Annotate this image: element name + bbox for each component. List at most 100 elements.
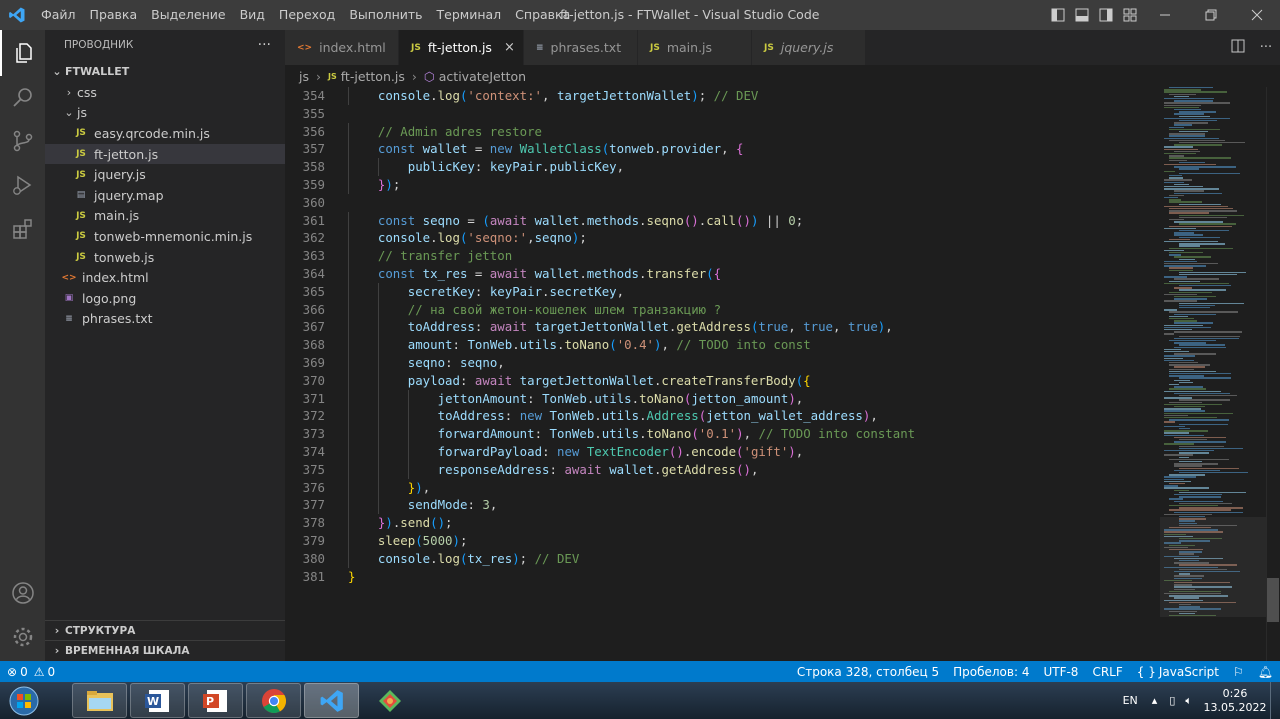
file-tree-item[interactable]: ≡ phrases.txt: [45, 309, 285, 330]
settings-gear-icon[interactable]: [0, 614, 45, 660]
code-token: transfer: [646, 266, 707, 281]
toggle-panel-icon[interactable]: [1070, 0, 1094, 30]
breadcrumb: js › JS ft-jetton.js › ⬡ activateJetton: [285, 65, 1280, 87]
explorer-title: ПРОВОДНИК: [64, 39, 134, 51]
code-token: jetton_amount: [691, 390, 789, 406]
account-icon[interactable]: [0, 570, 45, 616]
file-tree-item[interactable]: ▣ logo.png: [45, 288, 285, 309]
file-tree-item[interactable]: › css: [45, 82, 285, 103]
input-language[interactable]: EN: [1123, 694, 1138, 707]
menu-terminal[interactable]: Терминал: [430, 0, 509, 30]
file-tree-label: main.js: [94, 208, 140, 224]
file-tree-item[interactable]: JS tonweb-mnemonic.min.js: [45, 226, 285, 247]
code-token: // TODO into const: [676, 337, 811, 353]
file-tree-item[interactable]: <> index.html: [45, 267, 285, 288]
problems-indicator[interactable]: ⊗ 0 ⚠ 0: [0, 665, 62, 679]
language-mode[interactable]: { } JavaScript: [1130, 665, 1226, 679]
minimize-button[interactable]: [1142, 0, 1188, 30]
editor-scrollbar[interactable]: [1266, 87, 1280, 661]
file-tree-item[interactable]: ⌄ js: [45, 103, 285, 124]
code-line: 365 secretKey: keyPair.secretKey,: [285, 282, 1160, 301]
editor-tab[interactable]: JS main.js: [638, 30, 752, 65]
workspace-folder-label: FTWALLET: [65, 64, 130, 78]
indent-guide: [348, 122, 349, 141]
file-explorer-taskbar-icon[interactable]: [72, 683, 127, 718]
powerpoint-taskbar-icon[interactable]: P: [188, 683, 243, 718]
menu-selection[interactable]: Выделение: [144, 0, 232, 30]
start-button-icon[interactable]: [2, 683, 46, 718]
code-token: ): [736, 426, 744, 442]
toggle-sidebar-icon[interactable]: [1046, 0, 1070, 30]
breadcrumb-file[interactable]: ft-jetton.js: [341, 69, 405, 84]
file-tree-item[interactable]: JS jquery.js: [45, 164, 285, 185]
minimap[interactable]: [1160, 87, 1268, 661]
workspace-folder[interactable]: ⌄ FTWALLET: [45, 60, 285, 82]
code-line: 373 forwardAmount: TonWeb.utils.toNano('0…: [285, 425, 1160, 443]
outline-section[interactable]: › СТРУКТУРА: [45, 620, 285, 640]
minimap-line: [1174, 256, 1212, 258]
minimap-line: [1179, 243, 1225, 245]
menu-file[interactable]: Файл: [34, 0, 83, 30]
timeline-section[interactable]: › ВРЕМЕННАЯ ШКАЛА: [45, 640, 285, 660]
minimap-line: [1179, 214, 1244, 216]
breadcrumb-folder[interactable]: js: [299, 69, 309, 84]
extensions-icon[interactable]: [0, 206, 45, 252]
vscode-taskbar-icon[interactable]: [304, 683, 359, 718]
map-file-icon: ▤: [76, 190, 86, 201]
split-editor-icon[interactable]: [1224, 39, 1252, 57]
clock[interactable]: 0:26 13.05.2022: [1200, 687, 1270, 715]
chrome-taskbar-icon[interactable]: [246, 683, 301, 718]
cursor-position[interactable]: Строка 328, столбец 5: [790, 665, 946, 679]
code-line: 377 sendMode: 3,: [285, 496, 1160, 515]
end-of-line[interactable]: CRLF: [1085, 665, 1129, 679]
menu-edit[interactable]: Правка: [83, 0, 145, 30]
editor-tab[interactable]: JS ft-jetton.js ×: [399, 30, 524, 65]
minimap-line: [1179, 335, 1240, 337]
encoding[interactable]: UTF-8: [1036, 665, 1085, 679]
minimap-viewport[interactable]: [1160, 517, 1268, 617]
feedback-icon[interactable]: ⚐: [1226, 665, 1251, 679]
code-editor[interactable]: 354 console.log('context:', targetJettonW…: [285, 87, 1160, 661]
customize-layout-icon[interactable]: [1118, 0, 1142, 30]
explorer-more-icon[interactable]: ···: [258, 37, 271, 53]
file-tree-item[interactable]: JS tonweb.js: [45, 247, 285, 268]
menu-go[interactable]: Переход: [272, 0, 342, 30]
restore-button[interactable]: [1188, 0, 1234, 30]
menu-view[interactable]: Вид: [233, 0, 272, 30]
minimap-line: [1174, 489, 1189, 491]
file-tree-item[interactable]: JS ft-jetton.js: [45, 143, 285, 165]
code-token: Address: [646, 408, 699, 424]
close-tab-icon[interactable]: ×: [504, 40, 515, 55]
indentation[interactable]: Пробелов: 4: [946, 665, 1036, 679]
file-tree-item[interactable]: JS easy.qrcode.min.js: [45, 123, 285, 144]
scrollbar-thumb[interactable]: [1267, 578, 1279, 622]
editor-tab[interactable]: JS jquery.js: [752, 30, 866, 65]
device-icon[interactable]: ▯: [1169, 694, 1175, 707]
search-icon[interactable]: [0, 74, 45, 120]
close-window-button[interactable]: [1234, 0, 1280, 30]
run-debug-icon[interactable]: [0, 162, 45, 208]
code-token: ,: [422, 479, 431, 495]
more-actions-icon[interactable]: ···: [1252, 40, 1280, 55]
toggle-secondary-sidebar-icon[interactable]: [1094, 0, 1118, 30]
show-desktop-button[interactable]: [1270, 682, 1280, 719]
minimap-line: [1164, 170, 1176, 172]
indent-guide: [348, 389, 349, 408]
file-tree-item[interactable]: ▤ jquery.map: [45, 185, 285, 206]
minimap-line: [1174, 320, 1197, 322]
word-taskbar-icon[interactable]: W: [130, 683, 185, 718]
minimap-line: [1179, 289, 1226, 291]
breadcrumb-symbol[interactable]: activateJetton: [439, 69, 526, 84]
notifications-bell-icon[interactable]: 🔔︎: [1251, 665, 1280, 679]
snipping-tool-taskbar-icon[interactable]: [362, 683, 417, 718]
minimap-line: [1164, 412, 1233, 414]
explorer-icon[interactable]: [0, 30, 45, 76]
code-token: :: [534, 426, 550, 442]
file-tree-item[interactable]: JS main.js: [45, 206, 285, 227]
editor-tab[interactable]: ≡ phrases.txt: [524, 30, 638, 65]
volume-icon[interactable]: 🔈︎: [1185, 694, 1192, 708]
editor-tab[interactable]: <> index.html: [285, 30, 399, 65]
show-hidden-icons-icon[interactable]: ▴: [1152, 694, 1158, 707]
menu-run[interactable]: Выполнить: [342, 0, 429, 30]
source-control-icon[interactable]: [0, 118, 45, 164]
